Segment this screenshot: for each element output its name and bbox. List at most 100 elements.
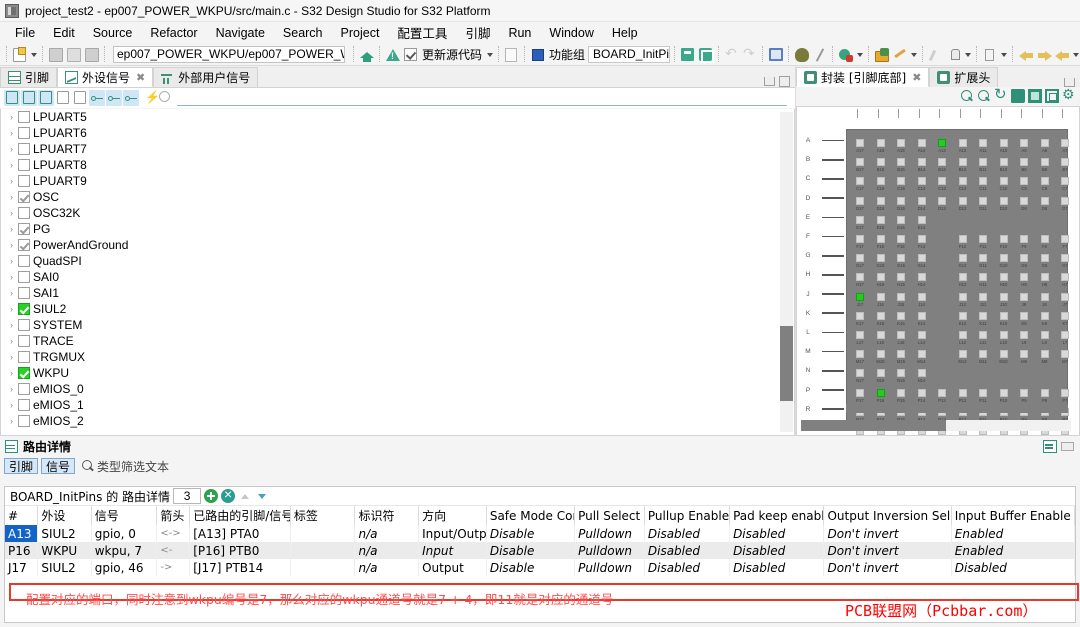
- package-pin-H7[interactable]: [1061, 273, 1069, 282]
- package-pin-N17[interactable]: [856, 369, 864, 378]
- package-pin-A16[interactable]: [876, 139, 885, 147]
- package-pin-A9[interactable]: [1020, 139, 1028, 147]
- package-pin-B13[interactable]: [938, 158, 946, 167]
- tree-item-trace[interactable]: › TRACE: [1, 333, 794, 349]
- package-pin-G10[interactable]: [999, 254, 1008, 263]
- checkbox-emios_0[interactable]: [18, 383, 30, 395]
- redo-icon[interactable]: [741, 45, 758, 63]
- package-pin-N14[interactable]: [917, 369, 926, 378]
- package-pin-M15[interactable]: [897, 350, 905, 359]
- checkbox-trgmux[interactable]: [18, 351, 30, 363]
- package-pin-L10[interactable]: [999, 331, 1008, 339]
- package-pin-D11[interactable]: [979, 196, 987, 205]
- external-dropdown-icon[interactable]: [909, 46, 918, 62]
- package-pin-G15[interactable]: [897, 254, 905, 263]
- tree-item-quadspi[interactable]: › QuadSPI: [1, 253, 794, 269]
- package-pin-D10[interactable]: [999, 196, 1008, 205]
- pin-both-icon[interactable]: [21, 90, 37, 106]
- package-pin-A11[interactable]: [979, 139, 987, 147]
- add-row-icon[interactable]: [204, 489, 219, 503]
- package-pin-G12[interactable]: [958, 254, 967, 263]
- package-pin-K10[interactable]: [999, 311, 1008, 320]
- wave-multi-icon[interactable]: [72, 90, 88, 106]
- build-icon[interactable]: [83, 46, 100, 63]
- package-pin-M7[interactable]: [1061, 350, 1069, 359]
- package-pin-K14[interactable]: [917, 311, 926, 320]
- chevron-right-icon[interactable]: ›: [5, 192, 18, 202]
- column-header-12[interactable]: Output Inversion Select: [823, 506, 952, 525]
- chevron-right-icon[interactable]: ›: [5, 304, 18, 314]
- tree-item-emios_0[interactable]: › eMIOS_0: [1, 381, 794, 397]
- package-pin-P14[interactable]: [917, 388, 926, 397]
- menu-project[interactable]: Project: [332, 24, 389, 42]
- new-icon[interactable]: [11, 46, 28, 63]
- cell-input_buffer[interactable]: Disabled: [951, 559, 1076, 576]
- cell-direction[interactable]: Input/Output: [418, 525, 487, 542]
- cell-signal[interactable]: gpio, 46: [91, 559, 158, 576]
- checkbox-emios_2[interactable]: [18, 415, 30, 427]
- routing-view-icon[interactable]: [1043, 440, 1057, 453]
- package-pin-D15[interactable]: [897, 196, 905, 205]
- package-pin-E15[interactable]: [897, 215, 905, 224]
- package-pin-L17[interactable]: [856, 331, 864, 339]
- package-pin-D12[interactable]: [958, 196, 967, 205]
- package-pin-K16[interactable]: [876, 311, 885, 320]
- tree-item-lpuart6[interactable]: › LPUART6: [1, 125, 794, 141]
- fullscreen-icon[interactable]: [1045, 89, 1059, 103]
- checkbox-powerandground[interactable]: [18, 239, 30, 251]
- tree-item-pg[interactable]: › PG: [1, 221, 794, 237]
- package-pin-K12[interactable]: [958, 311, 967, 320]
- menu-edit[interactable]: Edit: [44, 24, 84, 42]
- cell-pad_keep[interactable]: Disabled: [729, 542, 825, 559]
- cell-peripheral[interactable]: SIUL2: [37, 559, 92, 576]
- package-pin-J7[interactable]: [1061, 292, 1069, 301]
- table-row[interactable]: P16 WKPU wkpu, 7 <- [P16] PTB0 n/a Input Disabl…: [5, 542, 1076, 559]
- tree-item-osc[interactable]: › OSC: [1, 189, 794, 205]
- fit-icon[interactable]: [1028, 89, 1042, 103]
- pin-dropdown-icon[interactable]: [999, 46, 1008, 62]
- cell-signal[interactable]: gpio, 0: [91, 525, 158, 542]
- chevron-right-icon[interactable]: ›: [5, 352, 18, 362]
- cell-output_inversion[interactable]: Don't invert: [823, 559, 952, 576]
- package-pin-D7[interactable]: [1061, 196, 1069, 205]
- tree-item-sai0[interactable]: › SAI0: [1, 269, 794, 285]
- package-pin-K17[interactable]: [856, 311, 864, 320]
- tree-item-wkpu[interactable]: › WKPU: [1, 365, 794, 381]
- package-pin-G14[interactable]: [917, 254, 926, 263]
- checkbox-sai0[interactable]: [18, 271, 30, 283]
- package-pin-G11[interactable]: [979, 254, 987, 263]
- tree-item-emios_1[interactable]: › eMIOS_1: [1, 397, 794, 413]
- package-pin-E17[interactable]: [856, 215, 864, 224]
- column-header-10[interactable]: Pullup Enable: [644, 506, 731, 525]
- menu-refactor[interactable]: Refactor: [141, 24, 206, 42]
- column-header-9[interactable]: Pull Select: [574, 506, 645, 525]
- filter-button-pins[interactable]: 引脚: [4, 458, 39, 474]
- column-header-8[interactable]: Safe Mode Control: [486, 506, 576, 525]
- cell-signal[interactable]: wkpu, 7: [91, 542, 158, 559]
- routing-row-count[interactable]: 3: [173, 488, 202, 504]
- cell-direction[interactable]: Input: [418, 542, 487, 559]
- cell-index[interactable]: A13: [5, 525, 39, 542]
- project-path-field[interactable]: ep007_POWER_WKPU/ep007_POWER_WKPI: [113, 45, 345, 63]
- package-pin-G8[interactable]: [1040, 254, 1049, 263]
- package-pin-F12[interactable]: [958, 235, 967, 243]
- cell-index[interactable]: P16: [5, 542, 39, 559]
- update-source-checkbox-icon[interactable]: [402, 46, 419, 63]
- tree-item-osc32k[interactable]: › OSC32K: [1, 205, 794, 221]
- cell-routed_pin[interactable]: [P16] PTB0: [189, 542, 291, 559]
- tab-pins[interactable]: 引脚: [0, 67, 58, 87]
- checkbox-trace[interactable]: [18, 335, 30, 347]
- package-pin-G17[interactable]: [856, 254, 864, 263]
- package-pin-P10[interactable]: [999, 388, 1008, 397]
- package-inner-scrollbar[interactable]: [846, 404, 1068, 413]
- tree-item-system[interactable]: › SYSTEM: [1, 317, 794, 333]
- package-pin-C17[interactable]: [856, 177, 864, 186]
- key-icon[interactable]: [891, 46, 908, 63]
- package-pin-L11[interactable]: [979, 331, 987, 339]
- filter-button-signals[interactable]: 信号: [41, 458, 76, 474]
- package-pin-B17[interactable]: [856, 158, 864, 167]
- package-pin-J11[interactable]: [979, 292, 987, 301]
- package-pin-F17[interactable]: [856, 235, 864, 243]
- debug-icon[interactable]: [793, 46, 810, 63]
- package-pin-P17[interactable]: [856, 388, 864, 397]
